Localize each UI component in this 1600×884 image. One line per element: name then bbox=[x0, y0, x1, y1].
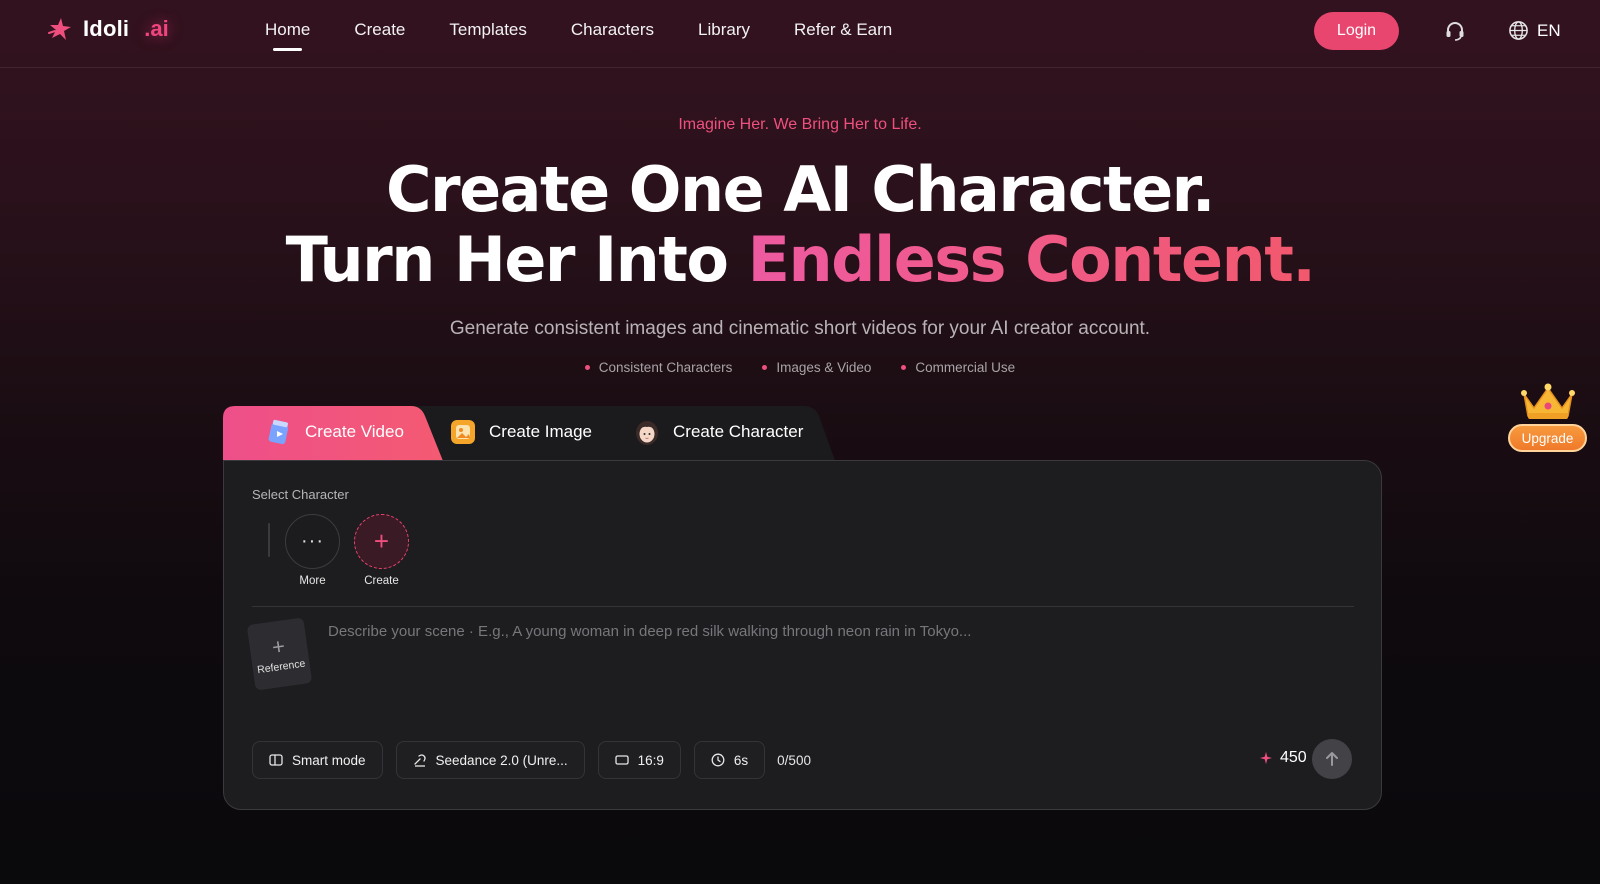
generate-submit-button[interactable] bbox=[1312, 739, 1352, 779]
create-character-button[interactable]: + bbox=[354, 514, 409, 569]
feature-label: Commercial Use bbox=[915, 360, 1016, 375]
tab-create-character[interactable]: Create Character bbox=[633, 418, 803, 446]
clock-icon bbox=[711, 753, 725, 767]
image-icon bbox=[451, 420, 475, 444]
nav-characters[interactable]: Characters bbox=[571, 20, 654, 40]
tab-label: Create Character bbox=[673, 422, 804, 441]
hero-title-plain: Turn Her Into bbox=[285, 223, 748, 296]
tab-label: Create Video bbox=[305, 422, 404, 441]
hero-feature-list: Consistent Characters Images & Video Com… bbox=[0, 360, 1600, 375]
tab-create-image[interactable]: Create Image bbox=[449, 418, 592, 446]
arrow-up-icon bbox=[1326, 752, 1338, 766]
sparkle-logo-icon bbox=[48, 18, 71, 40]
scene-prompt-input[interactable]: Describe your scene · E.g., A young woma… bbox=[328, 623, 1348, 640]
globe-icon bbox=[1509, 21, 1528, 40]
credits-value: 450 bbox=[1280, 749, 1307, 766]
credits-display: 450 bbox=[1260, 749, 1307, 767]
character-count: 0/500 bbox=[777, 752, 811, 768]
nav-create[interactable]: Create bbox=[354, 20, 405, 40]
bullet-dot-icon bbox=[762, 365, 768, 370]
feature-label: Images & Video bbox=[776, 360, 872, 375]
hero-title-accent: Endless Content. bbox=[747, 223, 1316, 296]
sparkle-credit-icon bbox=[1260, 752, 1272, 764]
nav-links: Home Create Templates Characters Library… bbox=[265, 20, 936, 51]
hero-subtitle: Generate consistent images and cinematic… bbox=[449, 318, 1151, 339]
aspect-ratio-select[interactable]: 16:9 bbox=[597, 741, 681, 779]
more-dots-icon: ··· bbox=[301, 530, 324, 552]
upgrade-button[interactable]: Upgrade bbox=[1508, 424, 1587, 452]
smart-mode-label: Smart mode bbox=[292, 752, 366, 768]
feature-label: Consistent Characters bbox=[598, 360, 733, 375]
nav-templates[interactable]: Templates bbox=[449, 20, 526, 40]
more-label: More bbox=[299, 575, 326, 587]
login-button[interactable]: Login bbox=[1314, 12, 1399, 50]
generation-options-toolbar: Smart mode Seedance 2.0 (Unre... 16:9 6s… bbox=[252, 741, 811, 779]
video-icon bbox=[268, 419, 289, 445]
nav-home[interactable]: Home bbox=[265, 20, 310, 51]
brand-name: Idoli bbox=[83, 16, 130, 41]
model-brush-icon bbox=[413, 754, 426, 767]
support-headset-icon[interactable] bbox=[1444, 20, 1466, 42]
model-label: Seedance 2.0 (Unre... bbox=[435, 752, 568, 768]
language-label: EN bbox=[1537, 20, 1561, 40]
hero-eyebrow: Imagine Her. We Bring Her to Life. bbox=[678, 116, 922, 133]
character-avatar-icon bbox=[636, 421, 658, 445]
smart-mode-button[interactable]: Smart mode bbox=[252, 741, 383, 779]
brand-logo[interactable]: Idoli .ai bbox=[47, 16, 169, 42]
plus-icon: + bbox=[270, 632, 287, 660]
plus-icon: + bbox=[373, 526, 390, 556]
duration-label: 6s bbox=[733, 752, 749, 768]
hero-title-line2: Turn Her Into Endless Content. bbox=[0, 223, 1600, 296]
model-select[interactable]: Seedance 2.0 (Unre... bbox=[395, 741, 585, 779]
aspect-ratio-label: 16:9 bbox=[637, 752, 664, 768]
bullet-dot-icon bbox=[584, 365, 590, 370]
crown-icon bbox=[1521, 383, 1575, 419]
duration-select[interactable]: 6s bbox=[693, 741, 766, 779]
tab-label: Create Image bbox=[489, 422, 592, 441]
reference-upload-button[interactable]: + Reference bbox=[246, 617, 313, 691]
panel-divider bbox=[252, 606, 1354, 607]
bullet-dot-icon bbox=[901, 365, 907, 370]
panel-layout-icon bbox=[269, 754, 283, 766]
upgrade-widget[interactable]: Upgrade bbox=[1508, 376, 1588, 452]
character-list-divider bbox=[268, 523, 270, 557]
nav-refer-earn[interactable]: Refer & Earn bbox=[794, 20, 892, 40]
aspect-ratio-icon bbox=[614, 755, 629, 765]
feature-item: Consistent Characters bbox=[584, 360, 733, 375]
hero-title-line1: Create One AI Character. bbox=[386, 153, 1215, 226]
create-label: Create bbox=[364, 575, 399, 587]
nav-library[interactable]: Library bbox=[698, 20, 750, 40]
more-characters-button[interactable]: ··· bbox=[285, 514, 340, 569]
tab-create-video[interactable]: Create Video bbox=[265, 418, 404, 446]
top-navbar: Idoli .ai Home Create Templates Character… bbox=[0, 0, 1600, 68]
feature-item: Images & Video bbox=[762, 360, 871, 375]
reference-label: Reference bbox=[256, 657, 307, 676]
select-character-label: Select Character bbox=[252, 487, 349, 502]
create-mode-tabs: Create Video Create Image Create Charact… bbox=[223, 406, 843, 461]
feature-item: Commercial Use bbox=[901, 360, 1015, 375]
brand-suffix: .ai bbox=[144, 16, 169, 41]
create-video-panel: Select Character ··· More + Create + Ref… bbox=[223, 460, 1382, 810]
language-selector[interactable]: EN bbox=[1508, 20, 1561, 41]
